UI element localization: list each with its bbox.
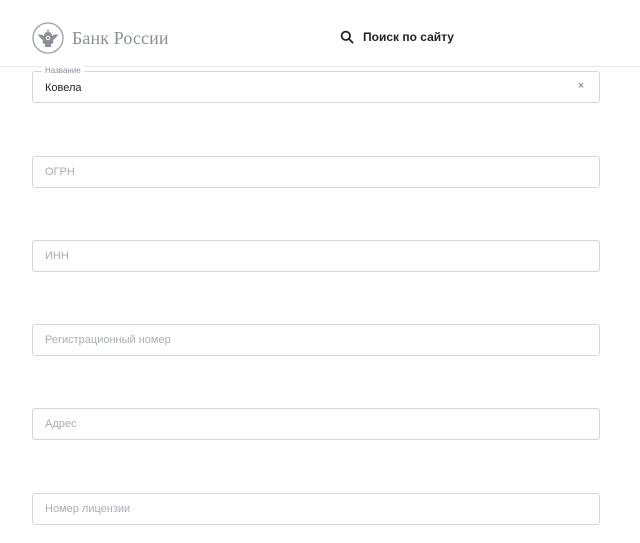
page: Банк России Поиск по сайту Название ×	[0, 0, 640, 543]
clear-icon[interactable]: ×	[575, 80, 587, 92]
license-number-field	[32, 493, 600, 525]
registration-number-field	[32, 324, 600, 356]
inn-field	[32, 240, 600, 272]
inn-input[interactable]	[45, 241, 565, 271]
license-number-input[interactable]	[45, 494, 565, 524]
eagle-emblem-icon	[32, 22, 64, 54]
logo-text: Банк России	[72, 28, 169, 48]
site-header: Банк России Поиск по сайту	[0, 0, 640, 67]
address-input[interactable]	[45, 409, 565, 439]
name-input[interactable]	[45, 73, 565, 103]
bank-logo[interactable]: Банк России	[32, 22, 169, 54]
site-search-button[interactable]: Поиск по сайту	[340, 28, 454, 46]
ogrn-field	[32, 156, 600, 188]
name-field: Название ×	[32, 66, 600, 103]
search-label: Поиск по сайту	[363, 30, 454, 44]
address-field	[32, 408, 600, 440]
ogrn-input[interactable]	[45, 157, 565, 187]
registration-number-input[interactable]	[45, 325, 565, 355]
search-icon	[340, 30, 354, 44]
